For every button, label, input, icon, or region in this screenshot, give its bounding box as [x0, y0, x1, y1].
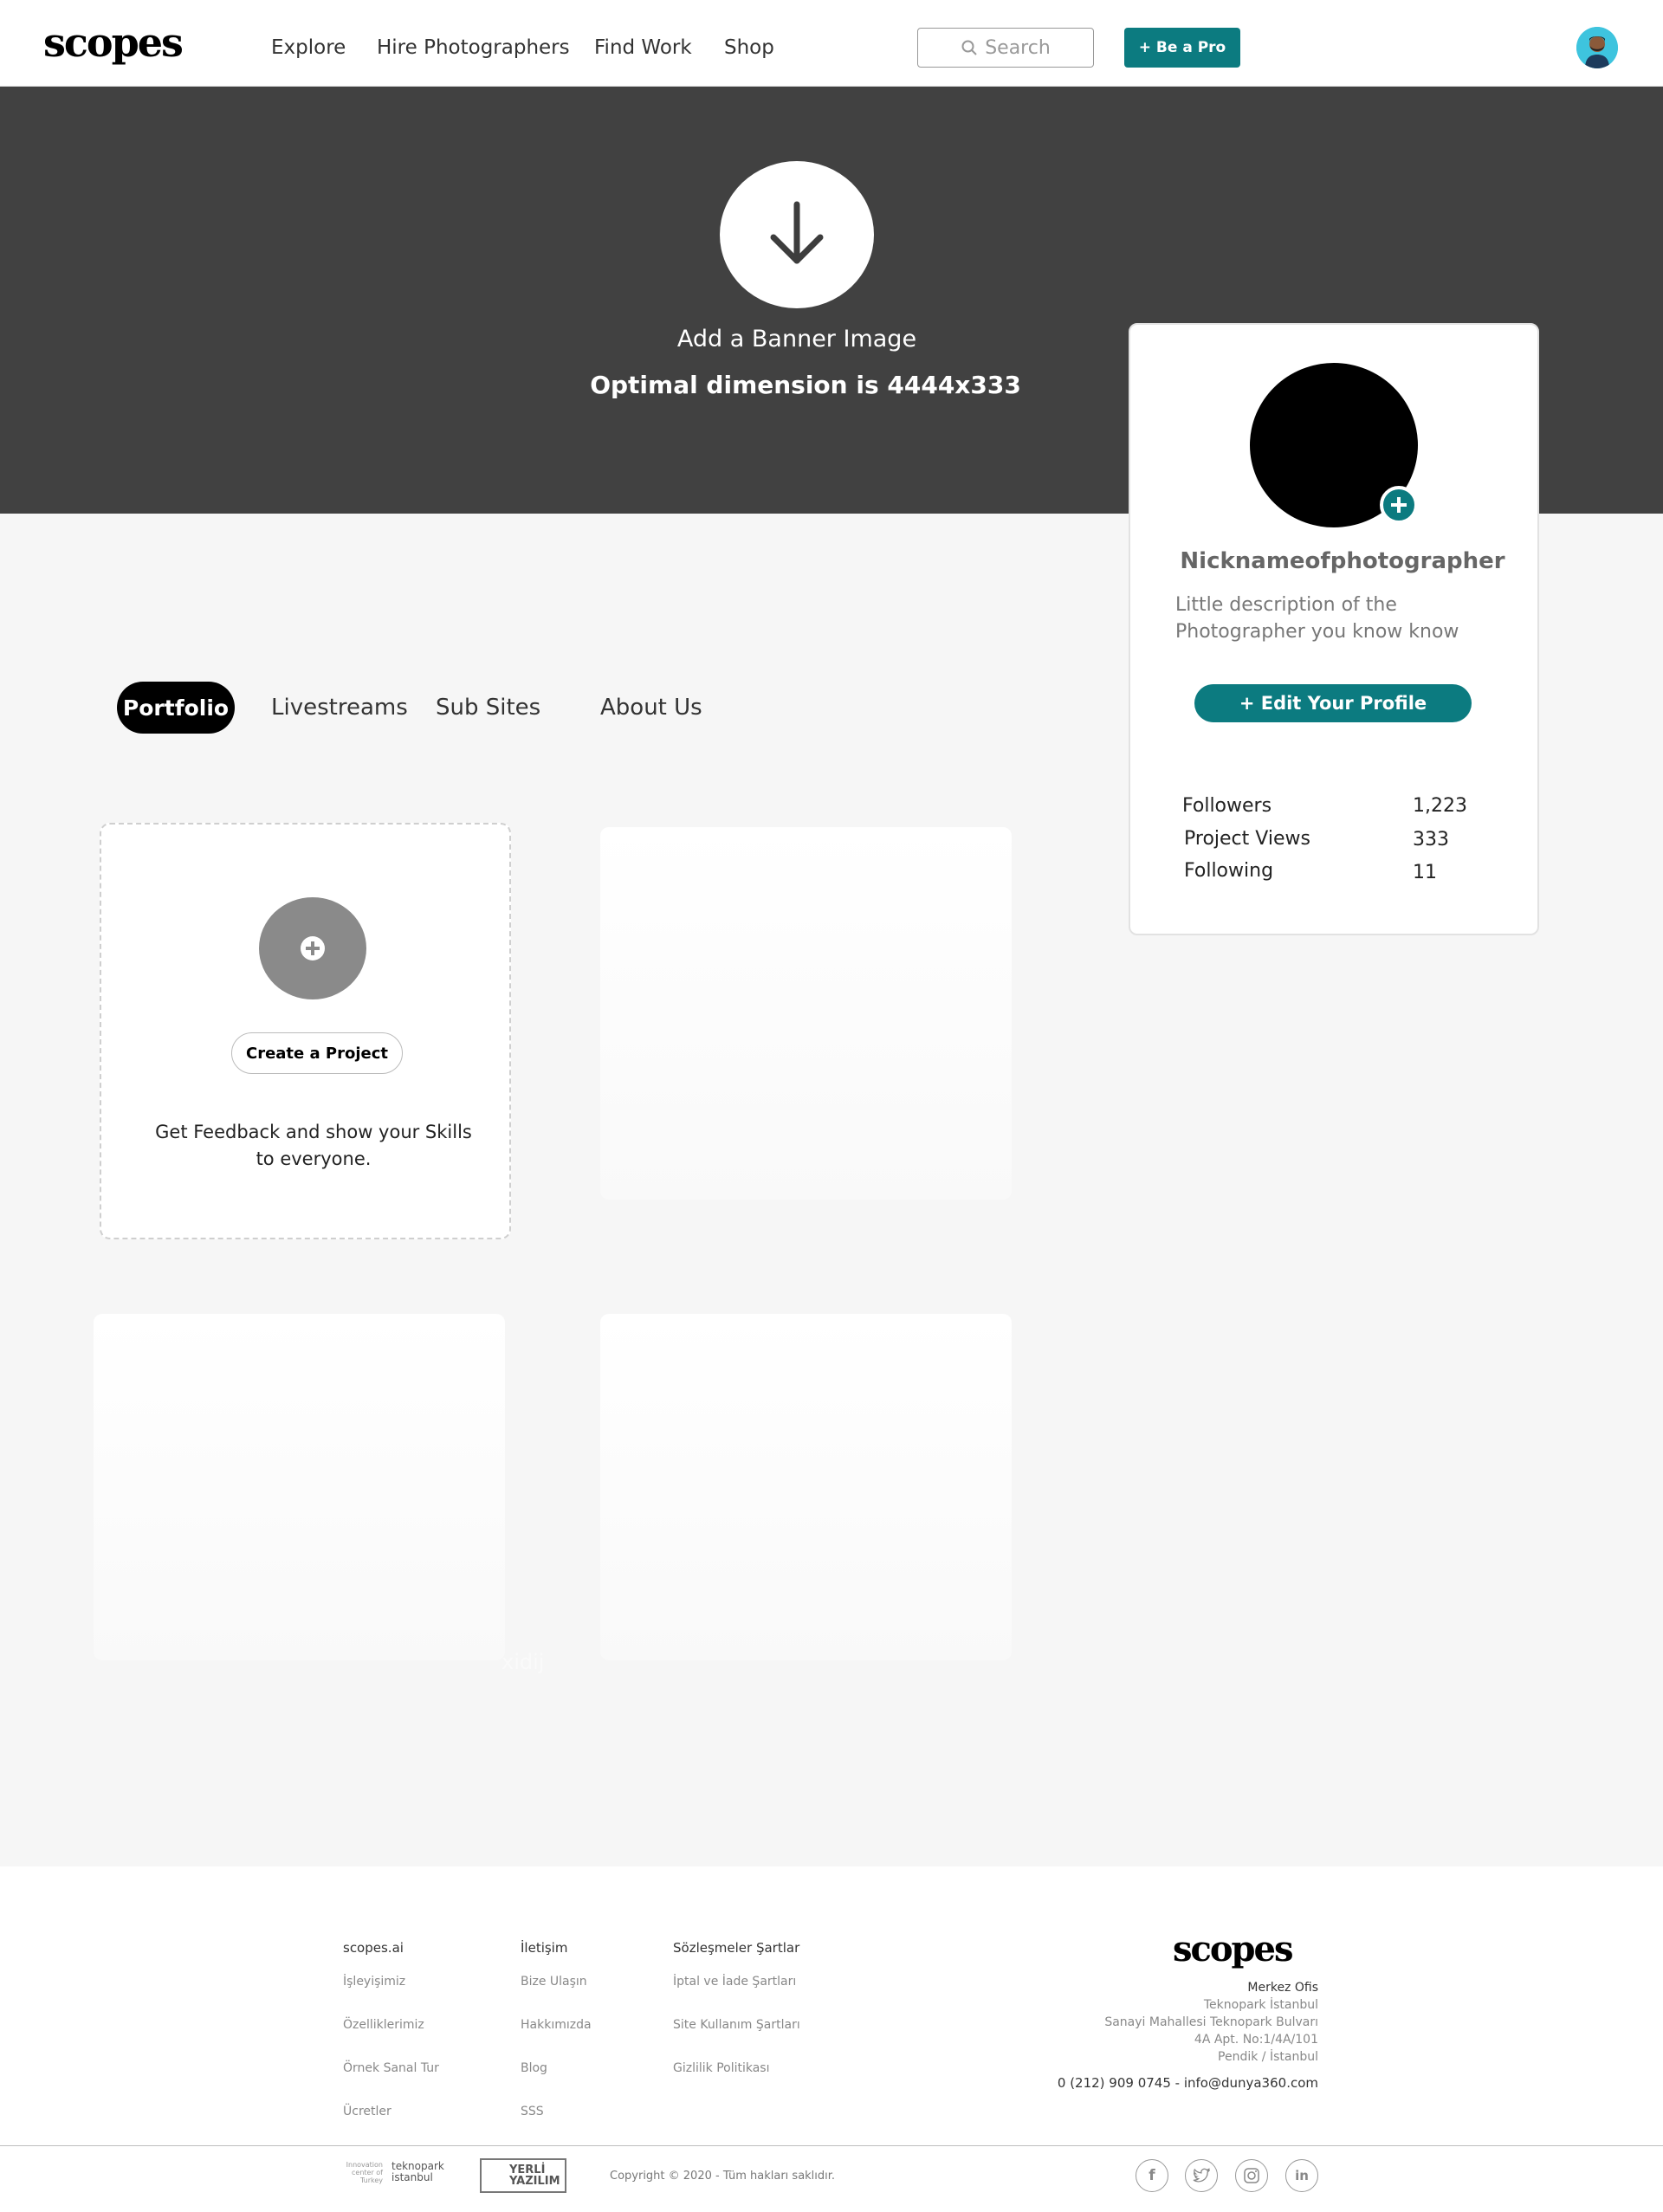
create-project-text: Get Feedback and show your Skills to eve… [155, 1122, 472, 1169]
profile-nickname: Nicknameofphotographer [1180, 548, 1505, 574]
tab-about-us[interactable]: About Us [600, 695, 702, 721]
tab-portfolio[interactable]: Portfolio [117, 682, 235, 734]
badge-yerli-text: YERLİ YAZILIM [509, 2163, 560, 2188]
stat-project-views-value: 333 [1413, 829, 1449, 851]
footer-link[interactable]: Bize Ulaşın [521, 1975, 587, 1989]
project-placeholder[interactable] [600, 827, 1012, 1200]
badge-innovation: Innovation center of Turkey [346, 2161, 383, 2184]
footer-link[interactable]: Örnek Sanal Tur [343, 2061, 439, 2075]
nav-find-work[interactable]: Find Work [594, 36, 692, 59]
search-input[interactable]: Search [917, 28, 1094, 68]
project-placeholder[interactable] [94, 1314, 505, 1660]
footer-link[interactable]: Gizlilik Politikası [673, 2061, 770, 2075]
tab-livestreams[interactable]: Livestreams [271, 695, 408, 721]
be-a-pro-button[interactable]: + Be a Pro [1124, 28, 1240, 68]
footer: scopes.ai İşleyişimiz Özelliklerimiz Örn… [0, 1866, 1663, 2212]
stat-following-value: 11 [1413, 862, 1437, 883]
project-placeholder[interactable] [600, 1314, 1012, 1660]
address-line: Teknopark İstanbul [1203, 1998, 1318, 2012]
badge-teknopark: teknopark istanbul [391, 2160, 444, 2183]
user-avatar[interactable] [1576, 27, 1618, 68]
footer-link[interactable]: Hakkımızda [521, 2018, 592, 2032]
footer-link[interactable]: Ücretler [343, 2105, 391, 2118]
footer-address: Merkez Ofis Teknopark İstanbul Sanayi Ma… [1104, 1979, 1318, 2066]
profile-card: Nicknameofphotographer Little descriptio… [1129, 323, 1539, 935]
footer-link[interactable]: Blog [521, 2061, 547, 2075]
footer-link[interactable]: Site Kullanım Şartları [673, 2018, 800, 2032]
footer-link[interactable]: İşleyişimiz [343, 1975, 405, 1989]
search-icon [961, 40, 977, 55]
stat-project-views-label: Project Views [1184, 828, 1310, 850]
user-avatar-icon [1576, 27, 1618, 68]
footer-divider [0, 2145, 1663, 2146]
nav-hire-photographers[interactable]: Hire Photographers [377, 36, 570, 59]
banner-upload-button[interactable] [720, 161, 874, 308]
copyright: Copyright © 2020 - Tüm hakları saklıdır. [610, 2170, 836, 2183]
address-line: Pendik / İstanbul [1218, 2050, 1318, 2064]
create-project-add-button[interactable] [259, 897, 366, 999]
footer-heading-sozlesmeler[interactable]: Sözleşmeler Şartlar [673, 1940, 799, 1956]
top-navbar: scopes Explore Hire Photographers Find W… [0, 0, 1663, 87]
twitter-icon[interactable] [1185, 2159, 1218, 2192]
badge-yerli-yazilim: YERLİ YAZILIM [480, 2158, 566, 2193]
address-line: 4A Apt. No:1/4A/101 [1194, 2033, 1318, 2047]
address-title: Merkez Ofis [1247, 1981, 1318, 1995]
nav-shop[interactable]: Shop [724, 36, 774, 59]
scopes-logo[interactable]: scopes [43, 19, 184, 66]
footer-link[interactable]: SSS [521, 2105, 544, 2118]
create-project-button[interactable]: Create a Project [231, 1032, 403, 1074]
tab-sub-sites[interactable]: Sub Sites [436, 695, 540, 721]
profile-description: Little description of the Photographer y… [1175, 594, 1459, 643]
footer-link[interactable]: İptal ve İade Şartları [673, 1975, 796, 1989]
create-project-card: Create a Project Get Feedback and show y… [100, 823, 511, 1239]
stat-followers-label: Followers [1182, 795, 1272, 817]
stat-followers-value: 1,223 [1413, 795, 1467, 817]
search-placeholder: Search [985, 36, 1051, 59]
instagram-icon[interactable] [1235, 2159, 1268, 2192]
plus-icon [1391, 497, 1407, 513]
footer-logo[interactable]: scopes [1173, 1929, 1293, 1969]
facebook-icon[interactable]: f [1136, 2159, 1168, 2192]
plus-circle-icon [301, 936, 325, 960]
footer-link[interactable]: Özelliklerimiz [343, 2018, 424, 2032]
stat-following-label: Following [1184, 860, 1274, 882]
arrow-down-icon [770, 201, 824, 264]
footer-contact[interactable]: 0 (212) 909 0745 - info@dunya360.com [1058, 2075, 1318, 2091]
footer-heading-iletisim[interactable]: İletişim [521, 1940, 567, 1956]
address-line: Sanayi Mahallesi Teknopark Bulvarı [1104, 2015, 1318, 2029]
edit-profile-button[interactable]: + Edit Your Profile [1194, 684, 1472, 722]
add-avatar-button[interactable] [1380, 486, 1418, 524]
nav-explore[interactable]: Explore [271, 36, 346, 59]
footer-heading-scopes[interactable]: scopes.ai [343, 1940, 404, 1956]
ghost-text: xidij [501, 1650, 545, 1674]
linkedin-icon[interactable]: in [1285, 2159, 1318, 2192]
